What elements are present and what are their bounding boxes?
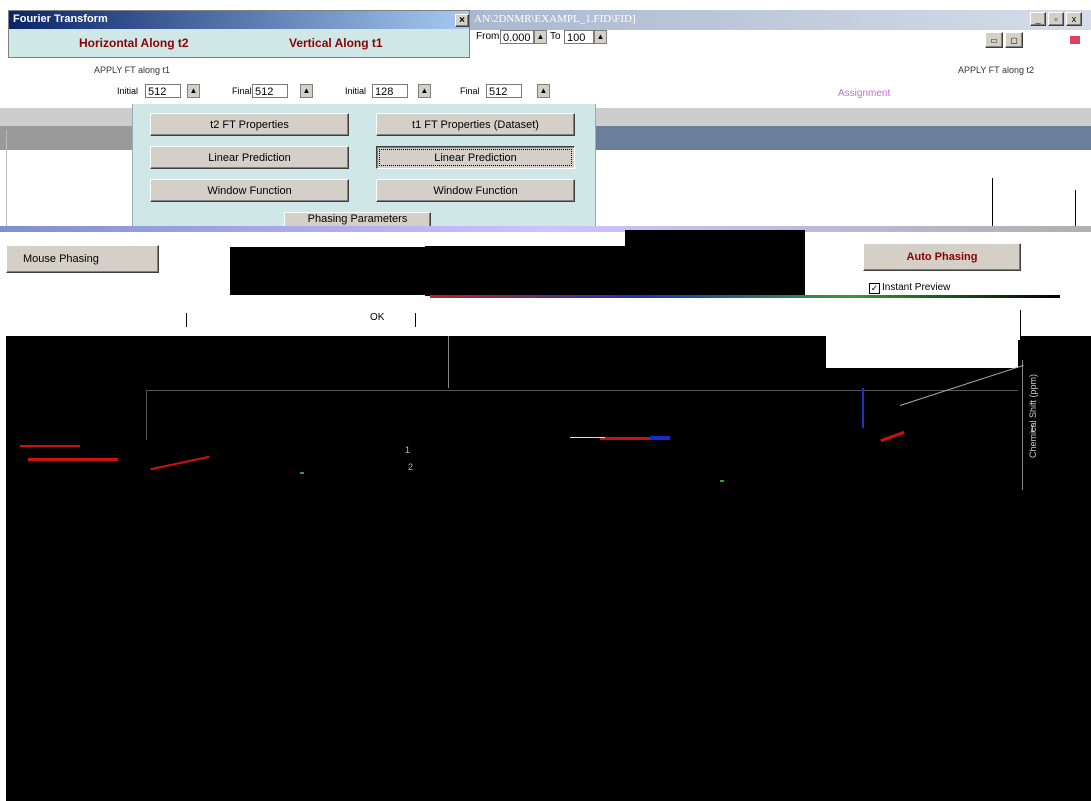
toolbar-icon-1[interactable]: ▭ <box>985 32 1003 48</box>
final-field-1[interactable]: 512 <box>252 84 288 98</box>
dialog-header-row: Horizontal Along t2 Vertical Along t1 <box>9 29 469 57</box>
spectrum-peak-2 <box>28 458 118 461</box>
final-label-2: Final <box>460 86 480 96</box>
maximize-button[interactable]: ▫ <box>1048 12 1064 26</box>
close-window-button[interactable]: x <box>1066 12 1082 26</box>
axis-tick-1: 1 <box>1030 424 1036 434</box>
tab-strip-blue <box>596 126 1091 150</box>
cancel-label[interactable]: Cancel <box>432 312 463 323</box>
assignment-label[interactable]: Assignment <box>838 88 890 99</box>
preview-line-2 <box>1075 190 1076 230</box>
final-label-1: Final <box>232 86 252 96</box>
spectrum-peak-1 <box>20 445 80 447</box>
preview-line-3 <box>6 130 7 230</box>
from-field[interactable]: 0.000 <box>500 30 534 44</box>
main-window-titlebar: AN\2DNMR\EXAMPL_1.FID\FID] <box>470 10 1091 30</box>
plot-frame-left <box>146 390 147 440</box>
bottom-toolbar <box>0 298 1091 336</box>
from-label: From <box>476 31 500 42</box>
final-spin-2[interactable]: ▲ <box>537 84 550 98</box>
window-controls[interactable]: _ ▫ x <box>1030 12 1086 28</box>
phasing-preview-block-3 <box>625 230 805 248</box>
final-spin-1[interactable]: ▲ <box>300 84 313 98</box>
ok-label[interactable]: OK <box>370 312 384 323</box>
spectrum-line-white <box>570 437 605 438</box>
apply-ft-t1-label[interactable]: APPLY FT along t1 <box>94 65 170 75</box>
initial-field-1[interactable]: 512 <box>145 84 181 98</box>
main-window-title: AN\2DNMR\EXAMPL_1.FID\FID] <box>474 13 636 25</box>
instant-preview-checkbox[interactable]: ✓ <box>869 283 880 294</box>
preview-line-1 <box>992 178 993 228</box>
dialog-close-button[interactable]: × <box>455 14 469 27</box>
linear-prediction-v-button[interactable]: Linear Prediction <box>376 146 575 169</box>
plot-divider <box>448 336 449 388</box>
fourier-transform-dialog: Fourier Transform × Horizontal Along t2 … <box>8 10 470 58</box>
from-spin[interactable]: ▲ <box>534 30 547 44</box>
tab-strip-grey-left <box>0 126 132 150</box>
mouse-phasing-button[interactable]: Mouse Phasing <box>6 245 159 273</box>
auto-phasing-button[interactable]: Auto Phasing <box>863 243 1021 271</box>
plot-white-box <box>826 336 1020 368</box>
t2-ft-properties-button[interactable]: t2 FT Properties <box>150 113 349 136</box>
spectrum-blue-vertical <box>862 388 864 428</box>
toolbar-icon-2[interactable]: ▢ <box>1005 32 1023 48</box>
spectrum-green-1 <box>300 472 304 474</box>
axis-label: Chemical Shift (ppm) <box>1028 373 1038 458</box>
dialog-titlebar: Fourier Transform <box>9 11 469 29</box>
toolbar-separator-2 <box>415 313 416 327</box>
initial-spin-1[interactable]: ▲ <box>187 84 200 98</box>
toolbar-separator-1 <box>186 313 187 327</box>
plot-tick-1b: 1 <box>405 445 411 455</box>
window-function-v-button[interactable]: Window Function <box>376 179 575 202</box>
phasing-panel-stripe <box>0 226 1091 232</box>
initial-label-2: Initial <box>345 86 367 96</box>
plot-tick-2: 2 <box>408 462 414 472</box>
instant-preview-label[interactable]: Instant Preview <box>882 282 950 293</box>
initial-spin-2[interactable]: ▲ <box>418 84 431 98</box>
linear-prediction-h-button[interactable]: Linear Prediction <box>150 146 349 169</box>
close-icon: × <box>459 15 465 26</box>
to-spin[interactable]: ▲ <box>594 30 607 44</box>
plot-area <box>6 336 1091 801</box>
to-label: To <box>550 31 561 42</box>
toolbar-icon-3[interactable] <box>1070 36 1080 44</box>
phasing-preview-block-2 <box>425 246 805 296</box>
t1-ft-properties-button[interactable]: t1 FT Properties (Dataset) <box>376 113 575 136</box>
apply-ft-t2-label[interactable]: APPLY FT along t2 <box>958 65 1034 75</box>
window-function-h-button[interactable]: Window Function <box>150 179 349 202</box>
final-field-2[interactable]: 512 <box>486 84 522 98</box>
plot-frame-top <box>146 390 1018 391</box>
initial-field-2[interactable]: 128 <box>372 84 408 98</box>
spectrum-green-2 <box>720 480 724 482</box>
vertical-header: Vertical Along t1 <box>289 36 383 50</box>
horizontal-header: Horizontal Along t2 <box>79 36 189 50</box>
minimize-button[interactable]: _ <box>1030 12 1046 26</box>
initial-label-1: Initial <box>117 86 139 96</box>
spectrum-peak-5 <box>650 436 670 440</box>
to-field[interactable]: 100 <box>564 30 594 44</box>
dialog-title: Fourier Transform <box>13 13 108 25</box>
